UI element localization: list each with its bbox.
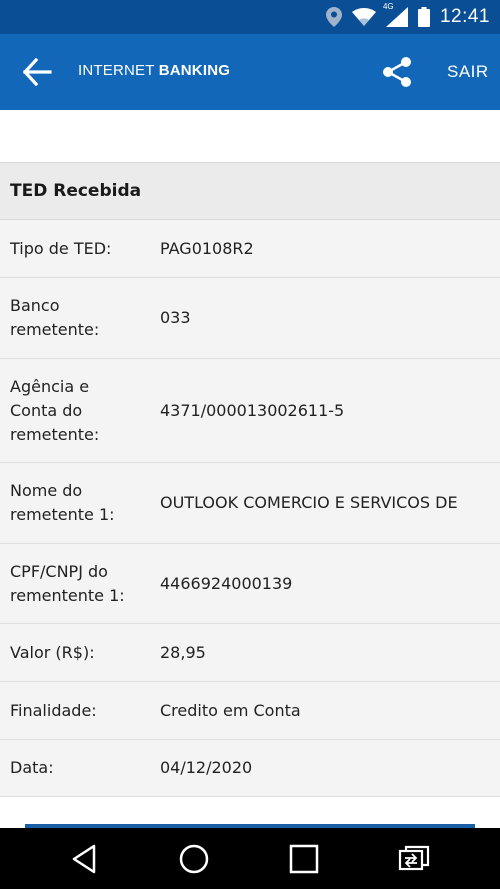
location-icon	[325, 7, 342, 27]
detail-label: Data:	[10, 758, 54, 777]
app-bar: INTERNET BANKING SAIR	[0, 34, 500, 110]
status-bar: 4G 12:41	[0, 0, 500, 34]
section-title: TED Recebida	[0, 162, 500, 220]
detail-value: OUTLOOK COMERCIO E SERVICOS DE	[160, 493, 458, 512]
nav-recents-button[interactable]	[287, 842, 321, 876]
detail-label: Tipo de TED:	[10, 239, 112, 258]
app-title-regular: INTERNET	[78, 62, 159, 79]
detail-value: PAG0108R2	[160, 239, 254, 258]
detail-row-banco: Banco remetente: 033	[0, 278, 500, 359]
detail-label: Agência e Conta do remetente:	[10, 377, 100, 444]
detail-value: 033	[160, 308, 191, 327]
main-content: TED Recebida Tipo de TED: PAG0108R2 Banc…	[0, 110, 500, 828]
circle-home-icon	[179, 844, 209, 874]
signal-icon: 4G	[383, 2, 408, 27]
detail-value: 4371/000013002611-5	[160, 401, 345, 420]
detail-label: Finalidade:	[10, 701, 97, 720]
detail-label: Banco remetente:	[10, 296, 100, 339]
detail-label: Valor (R$):	[10, 643, 95, 662]
app-title-bold: BANKING	[158, 62, 231, 79]
detail-label: Nome do remetente 1:	[10, 481, 115, 524]
detail-label: CPF/CNPJ do rementente 1:	[10, 562, 125, 605]
detail-value: Credito em Conta	[160, 701, 301, 720]
detail-row-cpf-cnpj: CPF/CNPJ do rementente 1: 4466924000139	[0, 544, 500, 624]
battery-icon	[417, 7, 430, 27]
detail-row-data: Data: 04/12/2020	[0, 740, 500, 797]
detail-row-valor: Valor (R$): 28,95	[0, 624, 500, 682]
share-icon	[383, 57, 411, 87]
wifi-icon	[351, 8, 376, 26]
detail-value: 04/12/2020	[160, 758, 253, 777]
detail-value: 4466924000139	[160, 574, 293, 593]
nav-home-button[interactable]	[177, 842, 211, 876]
share-button[interactable]	[382, 56, 412, 88]
network-type-label: 4G	[382, 2, 394, 11]
switch-apps-icon	[398, 845, 430, 871]
nav-switch-app-button[interactable]	[397, 842, 431, 876]
clock: 12:41	[439, 6, 490, 27]
detail-row-tipo-ted: Tipo de TED: PAG0108R2	[0, 220, 500, 278]
triangle-back-icon	[72, 844, 96, 874]
exit-button[interactable]: SAIR	[447, 62, 489, 82]
detail-row-nome-remetente: Nome do remetente 1: OUTLOOK COMERCIO E …	[0, 463, 500, 544]
arrow-left-icon	[22, 57, 52, 87]
detail-row-agencia-conta: Agência e Conta do remetente: 4371/00001…	[0, 359, 500, 463]
app-title: INTERNET BANKING	[78, 62, 230, 79]
navigation-bar	[0, 828, 500, 889]
detail-row-finalidade: Finalidade: Credito em Conta	[0, 682, 500, 740]
back-button[interactable]	[22, 57, 52, 87]
detail-value: 28,95	[160, 643, 206, 662]
nav-back-button[interactable]	[68, 842, 102, 876]
square-recents-icon	[289, 844, 319, 874]
